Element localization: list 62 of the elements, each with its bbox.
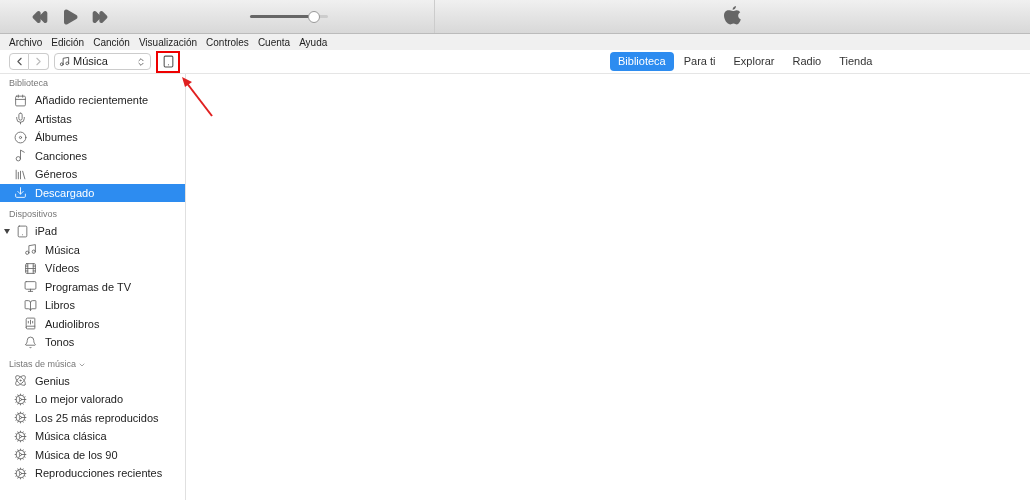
media-picker[interactable]: Música [54, 53, 151, 70]
gear-icon [14, 411, 27, 425]
sidebar-item[interactable]: Audiolibros [0, 314, 185, 333]
section-title: Dispositivos [9, 208, 57, 222]
sidebar-item[interactable]: Reproducciones recientes [0, 464, 185, 483]
menu-item[interactable]: Edición [51, 34, 85, 50]
annotation-arrow [180, 76, 216, 118]
gear-icon [14, 448, 27, 462]
sidebar-item[interactable]: Música [0, 240, 185, 259]
sidebar-item[interactable]: Álbumes [0, 128, 185, 147]
music-note-icon [14, 149, 27, 163]
tab[interactable]: Tienda [831, 52, 881, 71]
bell-icon [24, 335, 37, 349]
sidebar-item[interactable]: Música de los 90 [0, 445, 185, 464]
sidebar-item[interactable]: Genius [0, 371, 185, 390]
volume-slider[interactable] [250, 10, 328, 23]
play-icon[interactable] [61, 7, 79, 26]
sidebar-item[interactable]: Géneros [0, 165, 185, 184]
sidebar-item[interactable]: Vídeos [0, 259, 185, 278]
audiobook-icon [24, 317, 37, 331]
sidebar-item[interactable]: Lo mejor valorado [0, 390, 185, 409]
sidebar-item[interactable]: Tonos [0, 333, 185, 352]
sidebar-item[interactable]: Programas de TV [0, 277, 185, 296]
gear-icon [14, 466, 27, 480]
tab[interactable]: Para ti [675, 52, 724, 71]
sidebar-item[interactable]: Artistas [0, 109, 185, 128]
back-button[interactable] [9, 53, 29, 70]
menu-item[interactable]: Canción [93, 34, 130, 50]
gear-icon [14, 392, 27, 406]
film-icon [24, 261, 37, 275]
disclosure-triangle-icon[interactable] [4, 228, 10, 234]
music-note-icon [24, 243, 37, 257]
section-title: Listas de música [9, 357, 77, 371]
tv-icon [24, 280, 37, 294]
sidebar-item[interactable]: Canciones [0, 146, 185, 165]
menu-item[interactable]: Cuenta [257, 34, 291, 50]
sidebar-item[interactable]: Música clásica [0, 427, 185, 446]
tab[interactable]: Explorar [725, 52, 783, 71]
ipad-icon [16, 224, 29, 238]
ipad-icon [161, 55, 175, 68]
rewind-icon[interactable] [32, 8, 48, 25]
menu-item[interactable]: Archivo [9, 34, 43, 50]
tab[interactable]: Radio [784, 52, 830, 71]
menu-item[interactable]: Controles [206, 34, 249, 50]
menu-item[interactable]: Ayuda [299, 34, 328, 50]
sidebar-item[interactable]: iPad [0, 222, 185, 241]
microphone-icon [14, 112, 27, 126]
menu-item[interactable]: Visualización [138, 34, 198, 50]
section-title: Biblioteca [9, 77, 49, 91]
sidebar-item[interactable]: Libros [0, 296, 185, 315]
atom-icon [14, 374, 27, 388]
device-button[interactable] [156, 50, 180, 73]
book-icon [24, 298, 37, 312]
album-icon [14, 130, 27, 144]
updown-icon [136, 56, 146, 67]
download-icon [14, 186, 27, 200]
music-note-icon [59, 56, 70, 67]
fast-forward-icon[interactable] [92, 8, 108, 25]
sidebar-item[interactable]: Añadido recientemente [0, 91, 185, 110]
gear-icon [14, 429, 27, 443]
sidebar-item[interactable]: Los 25 más reproducidos [0, 408, 185, 427]
calendar-icon [14, 93, 27, 107]
